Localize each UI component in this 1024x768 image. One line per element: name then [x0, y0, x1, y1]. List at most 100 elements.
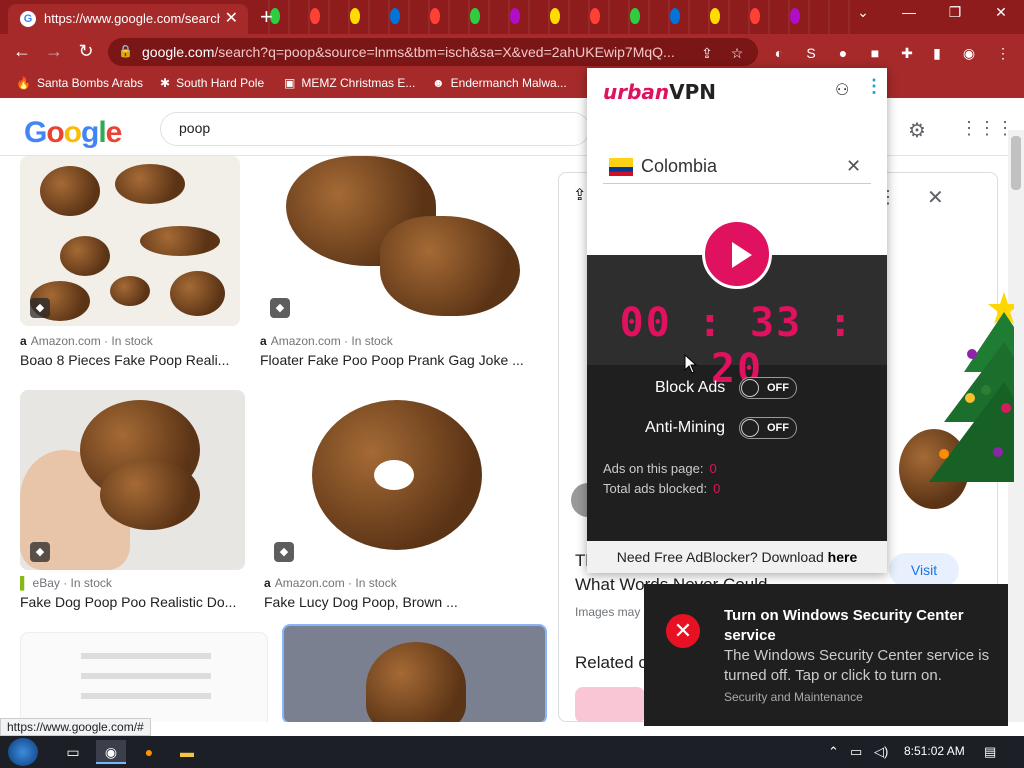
preview-note: Images may [575, 605, 641, 619]
minimize-icon[interactable]: — [894, 4, 924, 20]
bookmark-icon: ☻ [432, 76, 445, 90]
forward-icon[interactable]: → [42, 41, 66, 62]
action-center-icon[interactable]: ▤ [984, 744, 996, 760]
notification-title: Turn on Windows Security Center service [724, 607, 964, 644]
christmas-lights-decoration [250, 0, 850, 34]
add-user-icon[interactable]: ⚇ [835, 80, 849, 100]
profile-icon[interactable]: ◉ [960, 44, 978, 62]
shopping-tag-icon: ◆ [30, 298, 50, 318]
new-tab-icon[interactable]: + [260, 4, 273, 30]
network-icon[interactable]: ▭ [850, 744, 862, 760]
country-name: Colombia [641, 156, 718, 176]
url-path: /search?q=poop&source=lnms&tbm=isch&sa=X… [214, 44, 675, 60]
christmas-tree-decoration [929, 292, 1014, 482]
task-view-icon[interactable]: ▭ [58, 740, 88, 764]
adblocker-promo: Need Free AdBlocker? Download here [587, 541, 887, 573]
clear-location-icon[interactable]: ✕ [846, 156, 861, 177]
result-title[interactable]: Fake Lucy Dog Poop, Brown ... [264, 594, 540, 610]
search-input[interactable] [179, 120, 559, 136]
connection-timer: 00 : 33 : 20 [619, 300, 855, 392]
volume-icon[interactable]: ◁) [874, 744, 888, 760]
taskbar-clock[interactable]: 8:51:02 AM [904, 744, 965, 758]
result-thumbnail-poop-emoji[interactable] [282, 624, 547, 722]
result-title[interactable]: Fake Dog Poop Poo Realistic Do... [20, 594, 245, 610]
result-source: a Amazon.com · In stock [260, 334, 393, 348]
connect-play-button[interactable] [702, 219, 772, 289]
download-adblocker-link[interactable]: here [828, 549, 858, 565]
mouse-cursor-icon [684, 354, 698, 374]
result-thumbnail-stool-chart[interactable] [20, 632, 268, 722]
block-ads-toggle[interactable]: OFF [739, 377, 797, 399]
restore-icon[interactable]: ❐ [940, 4, 970, 21]
result-thumbnail[interactable]: ◆ [20, 156, 240, 326]
amazon-icon: a [260, 334, 267, 348]
file-explorer-taskbar-icon[interactable]: ▬ [172, 740, 202, 764]
side-panel-icon[interactable]: ▮ [928, 44, 946, 62]
windows-taskbar: ▭ ◉ ● ▬ ⌃ ▭ ◁) 8:51:02 AM ▤ [0, 736, 1024, 768]
firefox-taskbar-icon[interactable]: ● [134, 740, 164, 764]
extension-flag-icon[interactable]: ◐ [770, 44, 788, 62]
start-button[interactable] [8, 738, 38, 766]
extension-vpn-icon[interactable]: ■ [866, 44, 884, 62]
related-thumbnail[interactable] [575, 687, 645, 722]
ebay-icon: ▌ [20, 576, 29, 590]
search-box[interactable] [160, 112, 590, 146]
extension-avatar-icon[interactable]: ● [834, 44, 852, 62]
browser-toolbar: ← → ↻ 🔒 google.com/search?q=poop&source=… [0, 34, 1024, 70]
bookmark-icon: ✱ [160, 76, 171, 90]
amazon-icon: a [264, 576, 271, 590]
tab-search-icon[interactable]: ⌄ [848, 4, 878, 21]
security-notification[interactable]: ✕ Turn on Windows Security Center servic… [644, 584, 1008, 726]
lock-icon[interactable]: 🔒 [118, 44, 133, 58]
result-source: a Amazon.com · In stock [20, 334, 153, 348]
bookmark-icon: 🔥 [16, 76, 31, 90]
location-selector[interactable]: Colombia ✕ [603, 150, 871, 184]
back-icon[interactable]: ← [10, 41, 34, 62]
notification-body: The Windows Security Center service is t… [724, 647, 990, 684]
google-logo[interactable]: Google [24, 116, 122, 150]
scrollbar-thumb[interactable] [1011, 136, 1021, 190]
share-icon[interactable]: ⇪ [698, 44, 716, 62]
extensions-puzzle-icon[interactable]: ✚ [898, 44, 916, 62]
result-thumbnail[interactable]: ◆ [260, 156, 540, 326]
google-favicon-icon: G [20, 11, 36, 27]
bookmark-item-4[interactable]: ☻ Endermanch Malwa... [432, 76, 567, 90]
play-icon [732, 242, 752, 268]
ads-on-page-stat: Ads on this page: 0 [603, 461, 717, 476]
shopping-tag-icon: ◆ [30, 542, 50, 562]
anti-mining-toggle[interactable]: OFF [739, 417, 797, 439]
chrome-taskbar-icon[interactable]: ◉ [96, 740, 126, 764]
window-close-icon[interactable]: ✕ [986, 4, 1016, 21]
bookmark-item-1[interactable]: 🔥 Santa Bombs Arabs [16, 76, 143, 90]
toggle-knob [741, 379, 759, 397]
chrome-menu-icon[interactable]: ⋮ [994, 44, 1012, 62]
reload-icon[interactable]: ↻ [74, 41, 98, 62]
tab-close-icon[interactable]: ✕ [225, 8, 238, 28]
shopping-tag-icon: ◆ [274, 542, 294, 562]
settings-gear-icon[interactable]: ⚙ [908, 118, 926, 143]
bookmark-item-2[interactable]: ✱ South Hard Pole [160, 76, 264, 90]
block-ads-label: Block Ads [655, 379, 726, 396]
extension-s-icon[interactable]: S [802, 44, 820, 62]
total-ads-blocked-stat: Total ads blocked: 0 [603, 481, 721, 496]
urban-vpn-logo: urbanVPN [603, 80, 717, 104]
google-apps-icon[interactable]: ⋮⋮⋮ [960, 118, 1014, 139]
result-source: ▌ eBay · In stock [20, 576, 112, 590]
shopping-tag-icon: ◆ [270, 298, 290, 318]
close-preview-icon[interactable]: ✕ [927, 185, 944, 210]
bookmark-icon: ▣ [284, 76, 296, 90]
share-icon[interactable]: ⇪ [573, 185, 586, 205]
address-bar[interactable]: 🔒 google.com/search?q=poop&source=lnms&t… [108, 38, 758, 66]
result-thumbnail[interactable]: ◆ [20, 390, 245, 570]
result-title[interactable]: Floater Fake Poo Poop Prank Gag Joke ... [260, 352, 540, 368]
bookmark-item-3[interactable]: ▣ MEMZ Christmas E... [284, 76, 415, 90]
result-thumbnail[interactable]: ◆ [264, 390, 540, 570]
bookmark-star-icon[interactable]: ☆ [728, 44, 746, 62]
result-title[interactable]: Boao 8 Pieces Fake Poop Reali... [20, 352, 240, 368]
visit-button[interactable]: Visit [889, 553, 959, 587]
related-heading: Related c [575, 653, 647, 672]
browser-tab-active[interactable]: G https://www.google.com/search? ✕ [8, 4, 248, 34]
show-hidden-icons-icon[interactable]: ⌃ [828, 744, 839, 760]
anti-mining-label: Anti-Mining [645, 419, 726, 436]
vpn-menu-icon[interactable]: ⋮ [865, 76, 883, 97]
